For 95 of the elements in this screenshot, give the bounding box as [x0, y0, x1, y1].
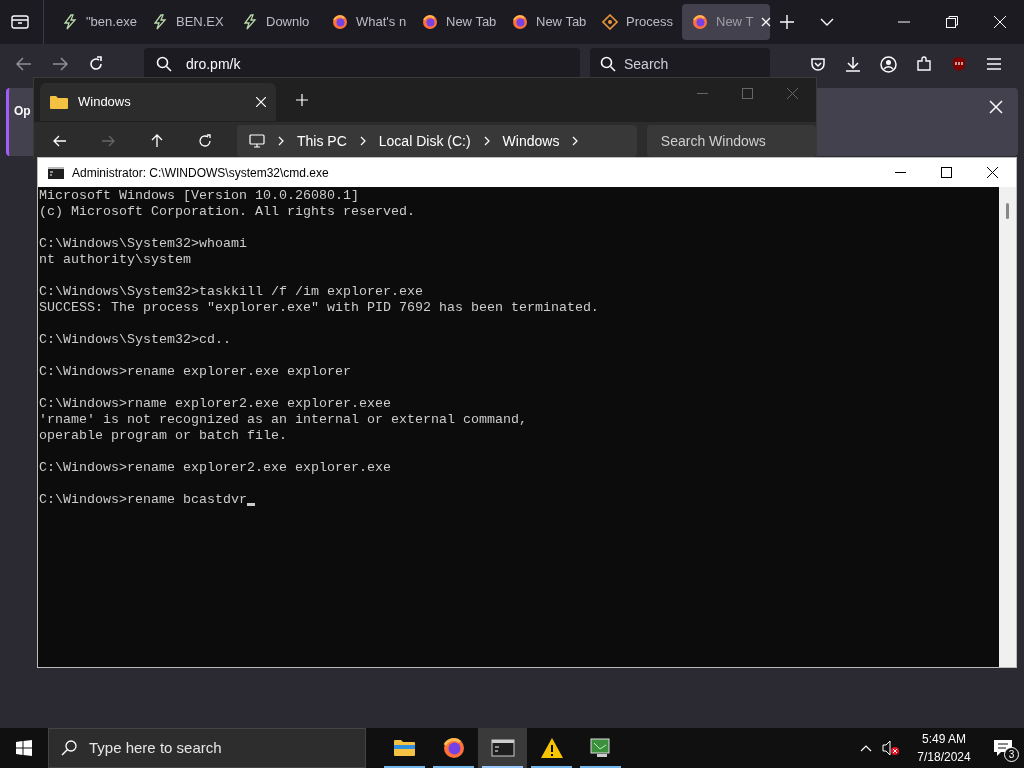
- lightning-icon: [242, 14, 258, 30]
- clock-time[interactable]: 5:49 AM: [922, 730, 966, 748]
- account-icon[interactable]: [880, 55, 897, 73]
- restore-icon[interactable]: [946, 16, 958, 28]
- pocket-icon[interactable]: [810, 56, 826, 72]
- window-title: Administrator: C:\WINDOWS\system32\cmd.exe: [72, 164, 329, 182]
- scrollbar-thumb[interactable]: [1006, 203, 1009, 219]
- address-bar[interactable]: dro.pm/k: [144, 48, 580, 80]
- browser-tab[interactable]: Downlo: [232, 4, 320, 40]
- terminal-icon: [48, 166, 64, 179]
- tab-label: New T: [716, 13, 754, 32]
- breadcrumb-item[interactable]: Windows: [502, 130, 560, 152]
- firefox-icon: [692, 14, 708, 30]
- terminal-icon: [490, 736, 515, 760]
- monitor-icon: [588, 736, 613, 760]
- tab-label: "ben.exe: [86, 13, 137, 32]
- tab-label: Windows: [78, 93, 131, 112]
- terminal-line: SUCCESS: The process "explorer.exe" with PID 7692 has been terminated.: [39, 300, 599, 316]
- explorer-tab[interactable]: Windows: [40, 83, 276, 121]
- browser-tab[interactable]: New Tab: [502, 4, 590, 40]
- monitor-icon: [249, 134, 265, 148]
- plus-icon[interactable]: [296, 94, 308, 106]
- lightning-icon: [152, 14, 168, 30]
- terminal-line: C:\Windows>rename explorer.exe explorer: [39, 364, 351, 380]
- browser-tab[interactable]: Process: [592, 4, 680, 40]
- breadcrumb-item[interactable]: This PC: [297, 130, 347, 152]
- terminal-line: operable program or batch file.: [39, 428, 287, 444]
- tab-label: New Tab: [536, 13, 587, 32]
- terminal-line: C:\Windows>rename bcastdvr: [39, 492, 247, 508]
- lightning-icon: [62, 14, 78, 30]
- download-icon[interactable]: [845, 56, 861, 72]
- tab-list-icon[interactable]: [11, 14, 29, 30]
- chevron-up-icon[interactable]: [860, 744, 872, 752]
- scrollbar[interactable]: [999, 187, 1016, 667]
- forward-arrow-icon[interactable]: [52, 57, 68, 71]
- notification-text: Op: [14, 103, 31, 120]
- menu-icon[interactable]: [986, 57, 1002, 71]
- puzzle-icon[interactable]: [916, 56, 932, 72]
- search-field[interactable]: Type here to search: [48, 728, 366, 768]
- taskbar-app[interactable]: [478, 728, 527, 768]
- firefox-icon: [422, 14, 438, 30]
- search-placeholder: Type here to search: [89, 737, 222, 758]
- browser-tab[interactable]: New T: [682, 4, 770, 40]
- chevron-down-icon[interactable]: [820, 17, 834, 27]
- folder-icon: [50, 95, 68, 109]
- terminal-line: C:\Windows>rname explorer2.exe explorer.exee: [39, 396, 391, 412]
- chevron-right-icon: [482, 136, 491, 146]
- forward-arrow-icon[interactable]: [101, 135, 115, 147]
- terminal-line: Microsoft Windows [Version 10.0.26080.1]: [39, 188, 359, 204]
- chevron-right-icon: [571, 136, 580, 146]
- terminal-line: nt authority\system: [39, 252, 191, 268]
- notification-count-badge: 3: [1004, 747, 1019, 762]
- firefox-icon: [512, 14, 528, 30]
- speaker-muted-icon[interactable]: [882, 740, 900, 756]
- search-placeholder: Search Windows: [660, 131, 766, 151]
- search-field[interactable]: Search Windows: [646, 125, 816, 157]
- firefox-icon: [441, 736, 466, 760]
- tab-label: Downlo: [266, 13, 310, 32]
- breadcrumb-item[interactable]: Local Disk (C:): [378, 130, 471, 152]
- search-field[interactable]: Search: [590, 48, 770, 80]
- browser-tab[interactable]: What's n: [322, 4, 410, 40]
- browser-tab[interactable]: "ben.exe: [52, 4, 140, 40]
- up-arrow-icon[interactable]: [151, 134, 163, 148]
- search-icon: [600, 56, 616, 72]
- browser-tab[interactable]: New Tab: [412, 4, 500, 40]
- chevron-right-icon: [277, 136, 285, 146]
- windows-logo-icon[interactable]: [16, 740, 32, 756]
- terminal-line: C:\Windows\System32>whoami: [39, 236, 247, 252]
- shield-icon[interactable]: [951, 56, 967, 72]
- text-cursor: [246, 503, 255, 506]
- terminal-line: C:\Windows>rename explorer2.exe explorer.exe: [39, 460, 391, 476]
- terminal-line: 'rname' is not recognized as an internal or external command,: [39, 412, 527, 428]
- warning-icon: [539, 736, 564, 760]
- search-icon: [156, 56, 172, 72]
- search-icon: [61, 740, 77, 756]
- terminal-line: C:\Windows\System32>cd..: [39, 332, 231, 348]
- diamond-icon: [602, 14, 618, 30]
- tab-label: BEN.EX: [176, 13, 224, 32]
- browser-tab[interactable]: BEN.EX: [142, 4, 230, 40]
- reload-icon[interactable]: [88, 56, 104, 72]
- tab-label: What's n: [356, 13, 407, 32]
- tab-label: Process: [626, 13, 673, 32]
- clock-date[interactable]: 7/18/2024: [917, 748, 971, 766]
- url-text: dro.pm/k: [186, 54, 241, 74]
- firefox-icon: [332, 14, 348, 30]
- terminal-line: (c) Microsoft Corporation. All rights reserved.: [39, 204, 415, 220]
- tab-label: New Tab: [446, 13, 497, 32]
- chevron-right-icon: [358, 136, 367, 146]
- search-placeholder: Search: [624, 54, 669, 74]
- plus-icon[interactable]: [780, 15, 794, 29]
- refresh-icon[interactable]: [198, 134, 212, 148]
- address-bar[interactable]: This PC Local Disk (C:) Windows: [237, 125, 637, 157]
- maximize-icon[interactable]: [941, 167, 952, 178]
- close-icon[interactable]: [987, 167, 998, 178]
- terminal-line: C:\Windows\System32>taskkill /f /im explorer.exe: [39, 284, 423, 300]
